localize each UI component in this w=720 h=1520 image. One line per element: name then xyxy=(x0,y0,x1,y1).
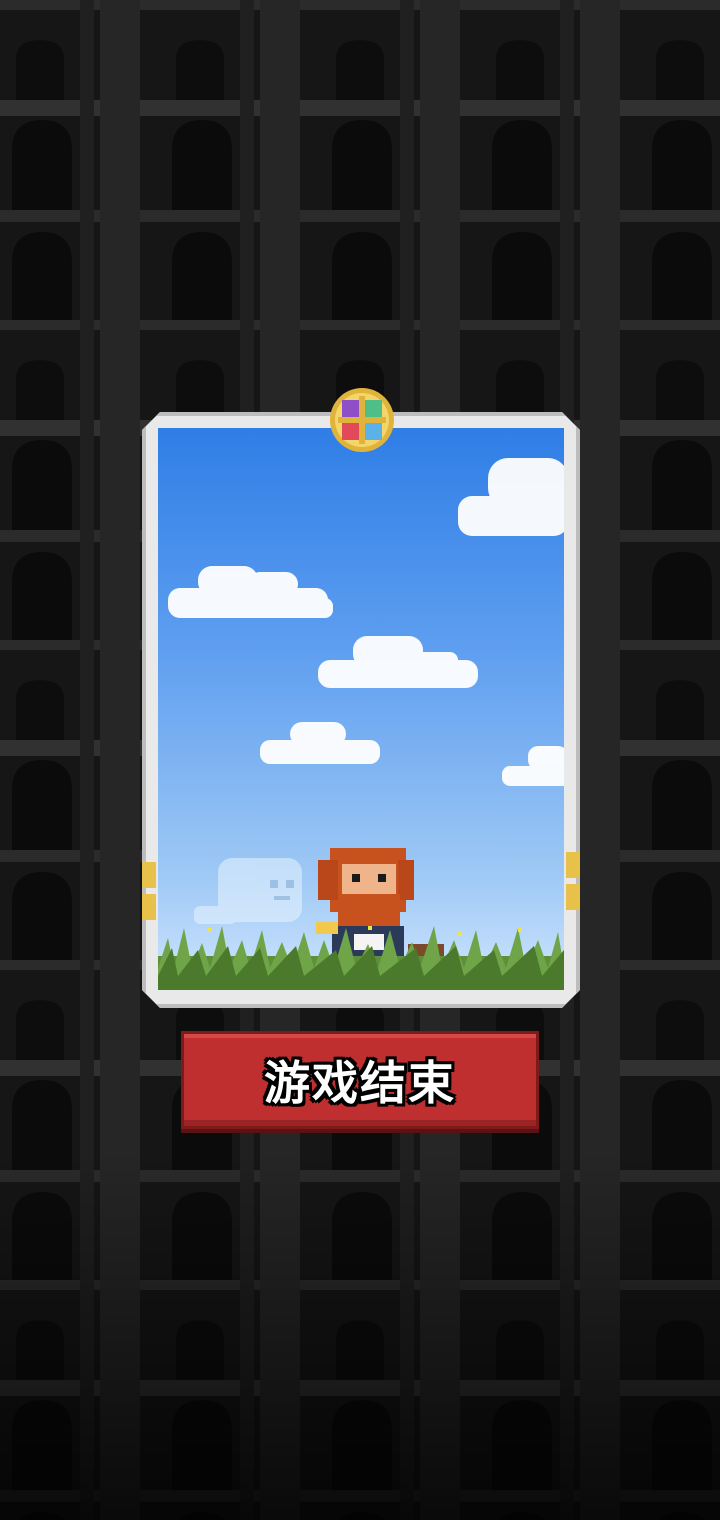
cloud xyxy=(458,458,564,536)
game-over-button[interactable]: 游戏结束 xyxy=(181,1031,539,1129)
cloud xyxy=(168,566,333,618)
game-over-label: 游戏结束 xyxy=(264,1056,456,1110)
card-scene xyxy=(158,428,564,990)
cloud xyxy=(502,746,564,786)
bottom-shadow xyxy=(0,1150,720,1520)
character-card xyxy=(142,388,580,1008)
gold-trim-icon xyxy=(142,862,156,920)
cloud xyxy=(260,722,380,764)
ghost-sprite xyxy=(194,858,302,924)
cloud xyxy=(318,636,478,688)
gold-trim-icon xyxy=(566,852,580,910)
four-gem-emblem-icon xyxy=(330,388,394,452)
